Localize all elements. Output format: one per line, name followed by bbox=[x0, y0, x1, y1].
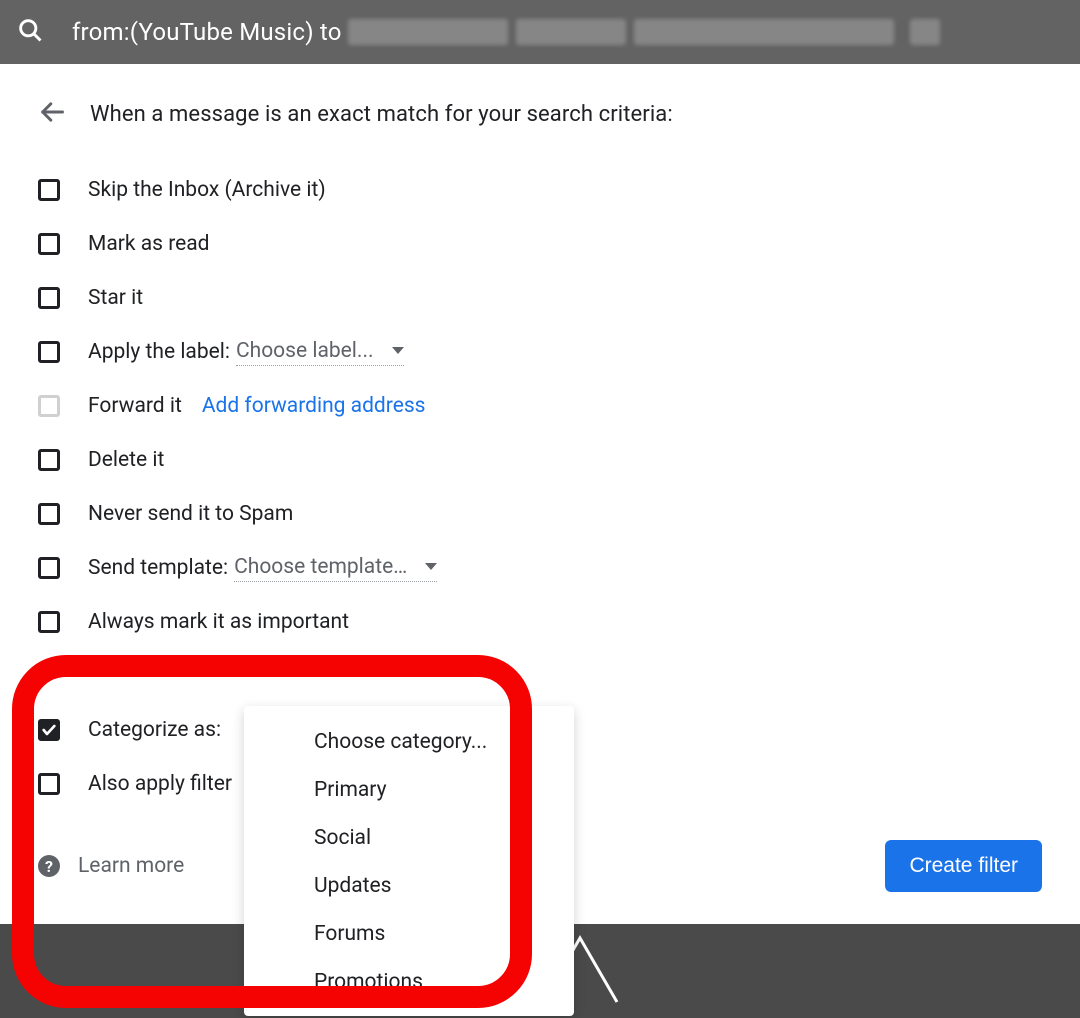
help-icon[interactable]: ? bbox=[38, 855, 60, 877]
label-dropdown[interactable]: Choose label... bbox=[236, 339, 404, 366]
redacted-block bbox=[348, 19, 508, 45]
menu-item-updates[interactable]: Updates bbox=[244, 862, 574, 910]
option-label: Categorize as: bbox=[88, 718, 221, 742]
panel-title: When a message is an exact match for you… bbox=[90, 102, 673, 127]
option-label: Forward it bbox=[88, 394, 182, 418]
option-apply-label[interactable]: Apply the label: Choose label... bbox=[38, 334, 1052, 370]
option-mark-read[interactable]: Mark as read bbox=[38, 226, 1052, 262]
option-forward[interactable]: Forward it Add forwarding address bbox=[38, 388, 1052, 424]
option-delete[interactable]: Delete it bbox=[38, 442, 1052, 478]
checkbox[interactable] bbox=[38, 233, 60, 255]
option-send-template[interactable]: Send template: Choose template… bbox=[38, 550, 1052, 586]
redacted-block bbox=[634, 19, 894, 45]
menu-item-primary[interactable]: Primary bbox=[244, 766, 574, 814]
checkbox[interactable] bbox=[38, 773, 60, 795]
add-forwarding-link[interactable]: Add forwarding address bbox=[202, 394, 426, 418]
learn-more-link[interactable]: Learn more bbox=[78, 854, 184, 878]
dropdown-value: Choose template… bbox=[234, 555, 407, 579]
option-skip-inbox[interactable]: Skip the Inbox (Archive it) bbox=[38, 172, 1052, 208]
checkbox-checked[interactable] bbox=[38, 719, 60, 741]
chevron-down-icon bbox=[425, 563, 437, 570]
option-label: Never send it to Spam bbox=[88, 502, 293, 526]
search-icon[interactable] bbox=[16, 16, 44, 48]
redacted-block bbox=[910, 19, 940, 45]
search-query[interactable]: from:(YouTube Music) to bbox=[72, 18, 342, 46]
option-always-important[interactable]: Always mark it as important bbox=[38, 604, 1052, 640]
option-label: Mark as read bbox=[88, 232, 210, 256]
checkbox[interactable] bbox=[38, 179, 60, 201]
create-filter-button[interactable]: Create filter bbox=[885, 840, 1042, 892]
panel-header: When a message is an exact match for you… bbox=[38, 98, 1052, 130]
option-label: Star it bbox=[88, 286, 143, 310]
redacted-block bbox=[516, 19, 626, 45]
checkbox-disabled bbox=[38, 395, 60, 417]
option-never-spam[interactable]: Never send it to Spam bbox=[38, 496, 1052, 532]
checkbox[interactable] bbox=[38, 287, 60, 309]
chevron-down-icon bbox=[392, 347, 404, 354]
option-label: Also apply filter bbox=[88, 772, 232, 796]
dropdown-value: Choose label... bbox=[236, 339, 374, 363]
category-dropdown-menu[interactable]: Choose category... Primary Social Update… bbox=[244, 706, 574, 1016]
back-arrow-icon[interactable] bbox=[38, 98, 66, 130]
option-star[interactable]: Star it bbox=[38, 280, 1052, 316]
checkbox[interactable] bbox=[38, 503, 60, 525]
menu-item-choose[interactable]: Choose category... bbox=[244, 718, 574, 766]
menu-item-promotions[interactable]: Promotions bbox=[244, 958, 574, 1006]
option-label: Skip the Inbox (Archive it) bbox=[88, 178, 326, 202]
option-label: Send template: bbox=[88, 556, 228, 580]
option-label: Delete it bbox=[88, 448, 164, 472]
option-label: Always mark it as important bbox=[88, 610, 349, 634]
menu-item-social[interactable]: Social bbox=[244, 814, 574, 862]
checkbox[interactable] bbox=[38, 449, 60, 471]
option-label: Apply the label: bbox=[88, 340, 230, 364]
template-dropdown[interactable]: Choose template… bbox=[234, 555, 437, 582]
checkbox[interactable] bbox=[38, 341, 60, 363]
search-bar[interactable]: from:(YouTube Music) to bbox=[0, 0, 1080, 64]
menu-item-forums[interactable]: Forums bbox=[244, 910, 574, 958]
checkbox[interactable] bbox=[38, 611, 60, 633]
checkbox[interactable] bbox=[38, 557, 60, 579]
